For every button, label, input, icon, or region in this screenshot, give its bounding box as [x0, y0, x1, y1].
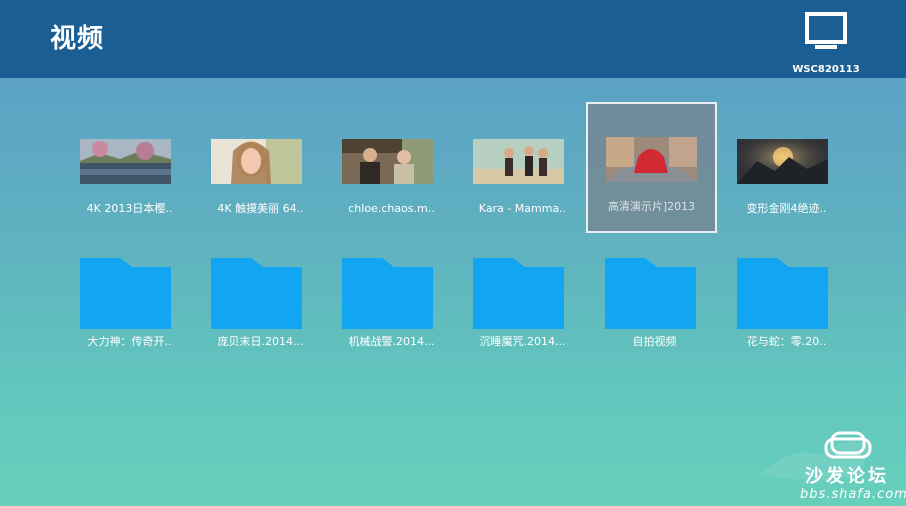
folder-item[interactable]: 庞贝末日.2014... [195, 255, 326, 386]
folder-label: 机械战警.2014... [348, 335, 435, 348]
video-item[interactable]: 4K 触摸美丽 64.. [195, 104, 326, 235]
top-bar: 视频 WSC820113 [0, 0, 906, 78]
folder-icon [605, 258, 696, 329]
video-thumbnail [606, 137, 697, 182]
video-label: chloe.chaos.m.. [348, 202, 435, 215]
folder-item[interactable]: 大力神：传奇开.. [64, 255, 195, 386]
video-item[interactable]: Kara - Mamma.. [457, 104, 588, 235]
device-button[interactable]: WSC820113 [790, 12, 860, 75]
folder-icon [211, 258, 302, 329]
video-label: Kara - Mamma.. [478, 202, 567, 215]
video-label: 变形金刚4绝迹.. [746, 202, 827, 215]
video-thumbnail [80, 139, 171, 184]
device-name: WSC820113 [792, 64, 860, 75]
folder-item[interactable]: 沉睡魔咒.2014... [457, 255, 588, 386]
folder-icon [737, 258, 828, 329]
video-thumbnail [737, 139, 828, 184]
folder-label: 自拍视频 [632, 335, 677, 348]
video-thumbnail [473, 139, 564, 184]
monitor-icon [805, 12, 847, 49]
video-thumbnail [342, 139, 433, 184]
video-item[interactable]: 变形金刚4绝迹.. [721, 104, 852, 235]
watermark-text: 沙发论坛 [805, 466, 889, 487]
folder-label: 花与蛇：零.20.. [746, 335, 827, 348]
page-title: 视频 [50, 24, 105, 54]
watermark-url: bbs.shafa.com [800, 487, 906, 502]
folder-label: 大力神：传奇开.. [87, 335, 172, 348]
video-thumbnail [211, 139, 302, 184]
video-item[interactable]: chloe.chaos.m.. [326, 104, 457, 235]
folder-item[interactable]: 自拍视频 [589, 255, 720, 386]
video-item[interactable]: 4K 2013日本樱.. [64, 104, 195, 235]
folder-icon [80, 258, 171, 329]
folder-icon [473, 258, 564, 329]
folder-item[interactable]: 花与蛇：零.20.. [721, 255, 852, 386]
folder-label: 庞贝末日.2014... [217, 335, 304, 348]
folder-label: 沉睡魔咒.2014... [479, 335, 566, 348]
folder-item[interactable]: 机械战警.2014... [326, 255, 457, 386]
video-label: 4K 触摸美丽 64.. [217, 202, 304, 215]
video-label: 4K 2013日本樱.. [86, 202, 173, 215]
folder-icon [342, 258, 433, 329]
video-label: 高清演示片]2013 [607, 200, 696, 213]
video-item-selected[interactable]: 高清演示片]2013 [586, 102, 717, 233]
